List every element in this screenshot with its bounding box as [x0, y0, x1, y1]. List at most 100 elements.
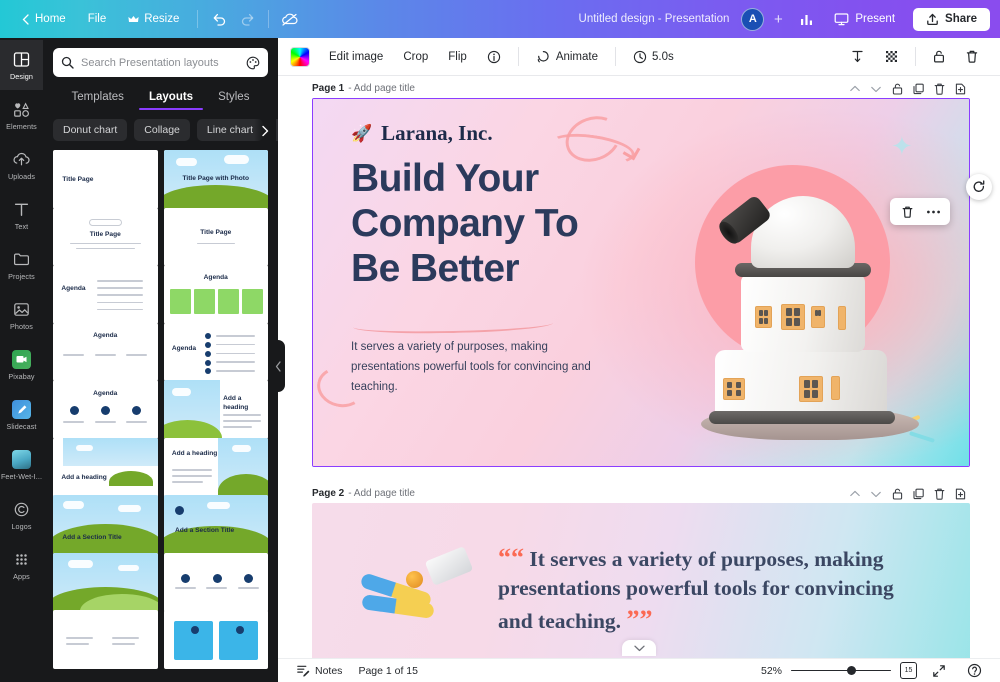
add-page-button[interactable]: [950, 79, 970, 99]
file-menu-button[interactable]: File: [77, 8, 118, 30]
layout-thumb[interactable]: Agenda: [53, 265, 158, 324]
analytics-icon[interactable]: [792, 6, 820, 32]
layout-thumb[interactable]: Add a heading: [164, 438, 269, 497]
delete-page-button[interactable]: [929, 79, 949, 99]
slide-2[interactable]: ““ It serves a variety of purposes, maki…: [312, 503, 970, 658]
layout-thumb[interactable]: Agenda: [53, 323, 158, 382]
rotate-handle-button[interactable]: [966, 174, 992, 200]
layout-thumb[interactable]: Title Page with Photo: [164, 150, 269, 209]
chips-next-arrow-icon[interactable]: [254, 119, 276, 143]
duplicate-page-button[interactable]: [908, 79, 928, 99]
layout-thumb[interactable]: Add a heading: [53, 438, 158, 497]
present-button[interactable]: Present: [824, 7, 905, 31]
position-button[interactable]: [841, 44, 874, 69]
rail-item-feet-wet[interactable]: Feet-Wet-I...: [0, 440, 43, 490]
layout-thumb[interactable]: [53, 610, 158, 669]
search-input[interactable]: [81, 57, 239, 69]
layout-thumb[interactable]: Add a Section Title: [53, 495, 158, 554]
rail-item-pixabay[interactable]: Pixabay: [0, 340, 43, 390]
layout-thumb[interactable]: Agenda: [164, 323, 269, 382]
image-color-swatch[interactable]: [290, 47, 310, 67]
slide-1-headline[interactable]: Build Your Company To Be Better: [351, 156, 671, 292]
info-button[interactable]: [478, 45, 510, 69]
notes-button[interactable]: Notes: [290, 661, 348, 680]
lock-page-button[interactable]: [887, 79, 907, 99]
pliers-3d-illustration[interactable]: [360, 535, 470, 630]
tab-layouts[interactable]: Layouts: [147, 87, 195, 110]
tab-styles[interactable]: Styles: [216, 87, 251, 110]
help-button[interactable]: [961, 660, 988, 681]
duplicate-page-button[interactable]: [908, 484, 928, 504]
rail-item-slidecast[interactable]: Slidecast: [0, 390, 43, 440]
rail-item-photos[interactable]: Photos: [0, 290, 43, 340]
crop-button[interactable]: Crop: [394, 46, 437, 68]
bullet-number-icon: [205, 368, 211, 374]
observatory-3d-illustration[interactable]: [695, 190, 923, 440]
canvas-area[interactable]: Page 1 - Add page title: [278, 76, 1000, 658]
document-title[interactable]: Untitled design - Presentation: [579, 13, 738, 25]
context-more-options-button[interactable]: [921, 201, 945, 223]
layout-thumb[interactable]: [164, 553, 269, 612]
rail-item-projects[interactable]: Projects: [0, 240, 43, 290]
color-palette-icon[interactable]: [246, 56, 260, 70]
layout-thumb[interactable]: Add a Section Title: [164, 495, 269, 554]
invite-collaborator-button[interactable]: +: [768, 9, 788, 29]
page-1-add-title[interactable]: - Add page title: [348, 83, 415, 94]
move-page-down-button[interactable]: [866, 79, 886, 99]
move-page-down-button[interactable]: [866, 484, 886, 504]
layout-thumb[interactable]: Title Page: [53, 208, 158, 267]
rail-item-uploads[interactable]: Uploads: [0, 140, 43, 190]
share-button[interactable]: Share: [913, 8, 990, 31]
duration-button[interactable]: 5.0s: [624, 45, 683, 69]
delete-page-button[interactable]: [929, 484, 949, 504]
layout-thumb[interactable]: Title Page: [164, 208, 269, 267]
rail-item-apps[interactable]: Apps: [0, 540, 43, 590]
chip-collage[interactable]: Collage: [134, 119, 190, 141]
slide-2-quote[interactable]: ““ It serves a variety of purposes, maki…: [498, 541, 928, 637]
collapse-panel-button[interactable]: [272, 340, 285, 392]
page-2-add-title[interactable]: - Add page title: [348, 488, 415, 499]
tab-templates[interactable]: Templates: [70, 87, 126, 110]
rail-item-logos[interactable]: Logos: [0, 490, 43, 540]
add-page-button[interactable]: [950, 484, 970, 504]
move-page-up-button[interactable]: [845, 79, 865, 99]
lock-button[interactable]: [923, 44, 955, 69]
page-count-button[interactable]: 15: [900, 662, 917, 679]
window: [838, 306, 846, 330]
resize-button[interactable]: Resize: [117, 8, 190, 30]
user-avatar[interactable]: A: [741, 8, 764, 31]
layout-thumb[interactable]: Agenda: [53, 380, 158, 439]
notes-icon: [296, 664, 310, 677]
layout-thumb[interactable]: Agenda: [164, 265, 269, 324]
cloud-saved-icon[interactable]: [276, 6, 304, 32]
search-bar[interactable]: [53, 48, 268, 77]
chip-donut-chart[interactable]: Donut chart: [53, 119, 127, 141]
lock-page-button[interactable]: [887, 484, 907, 504]
redo-button[interactable]: [233, 6, 261, 32]
context-delete-button[interactable]: [895, 201, 919, 223]
scroll-down-chevron-icon[interactable]: [622, 640, 656, 656]
transparency-button[interactable]: [875, 44, 908, 69]
layout-thumb[interactable]: [164, 610, 269, 669]
rail-item-elements[interactable]: Elements: [0, 90, 43, 140]
slide-1-body-text[interactable]: It serves a variety of purposes, making …: [351, 337, 599, 397]
bottom-bar: Notes Page 1 of 15 52% 15: [278, 658, 1000, 682]
zoom-level-label[interactable]: 52%: [761, 665, 782, 677]
edit-image-button[interactable]: Edit image: [320, 46, 392, 68]
slide-1[interactable]: ✦ 🚀 Larana, Inc. Build Your Company To B…: [312, 98, 970, 467]
delete-button[interactable]: [956, 44, 988, 69]
animate-button[interactable]: Animate: [527, 45, 607, 69]
undo-button[interactable]: [205, 6, 233, 32]
fullscreen-button[interactable]: [926, 661, 952, 681]
rail-item-design[interactable]: Design: [0, 40, 43, 90]
zoom-slider-knob[interactable]: [847, 666, 856, 675]
layout-thumb[interactable]: Title Page: [53, 150, 158, 209]
info-icon: [487, 50, 501, 64]
home-button[interactable]: Home: [10, 8, 77, 30]
zoom-slider[interactable]: [791, 665, 891, 677]
rail-item-text[interactable]: Text: [0, 190, 43, 240]
layout-thumb[interactable]: [53, 553, 158, 612]
layout-thumb[interactable]: Add a heading: [164, 380, 269, 439]
flip-button[interactable]: Flip: [439, 46, 476, 68]
move-page-up-button[interactable]: [845, 484, 865, 504]
